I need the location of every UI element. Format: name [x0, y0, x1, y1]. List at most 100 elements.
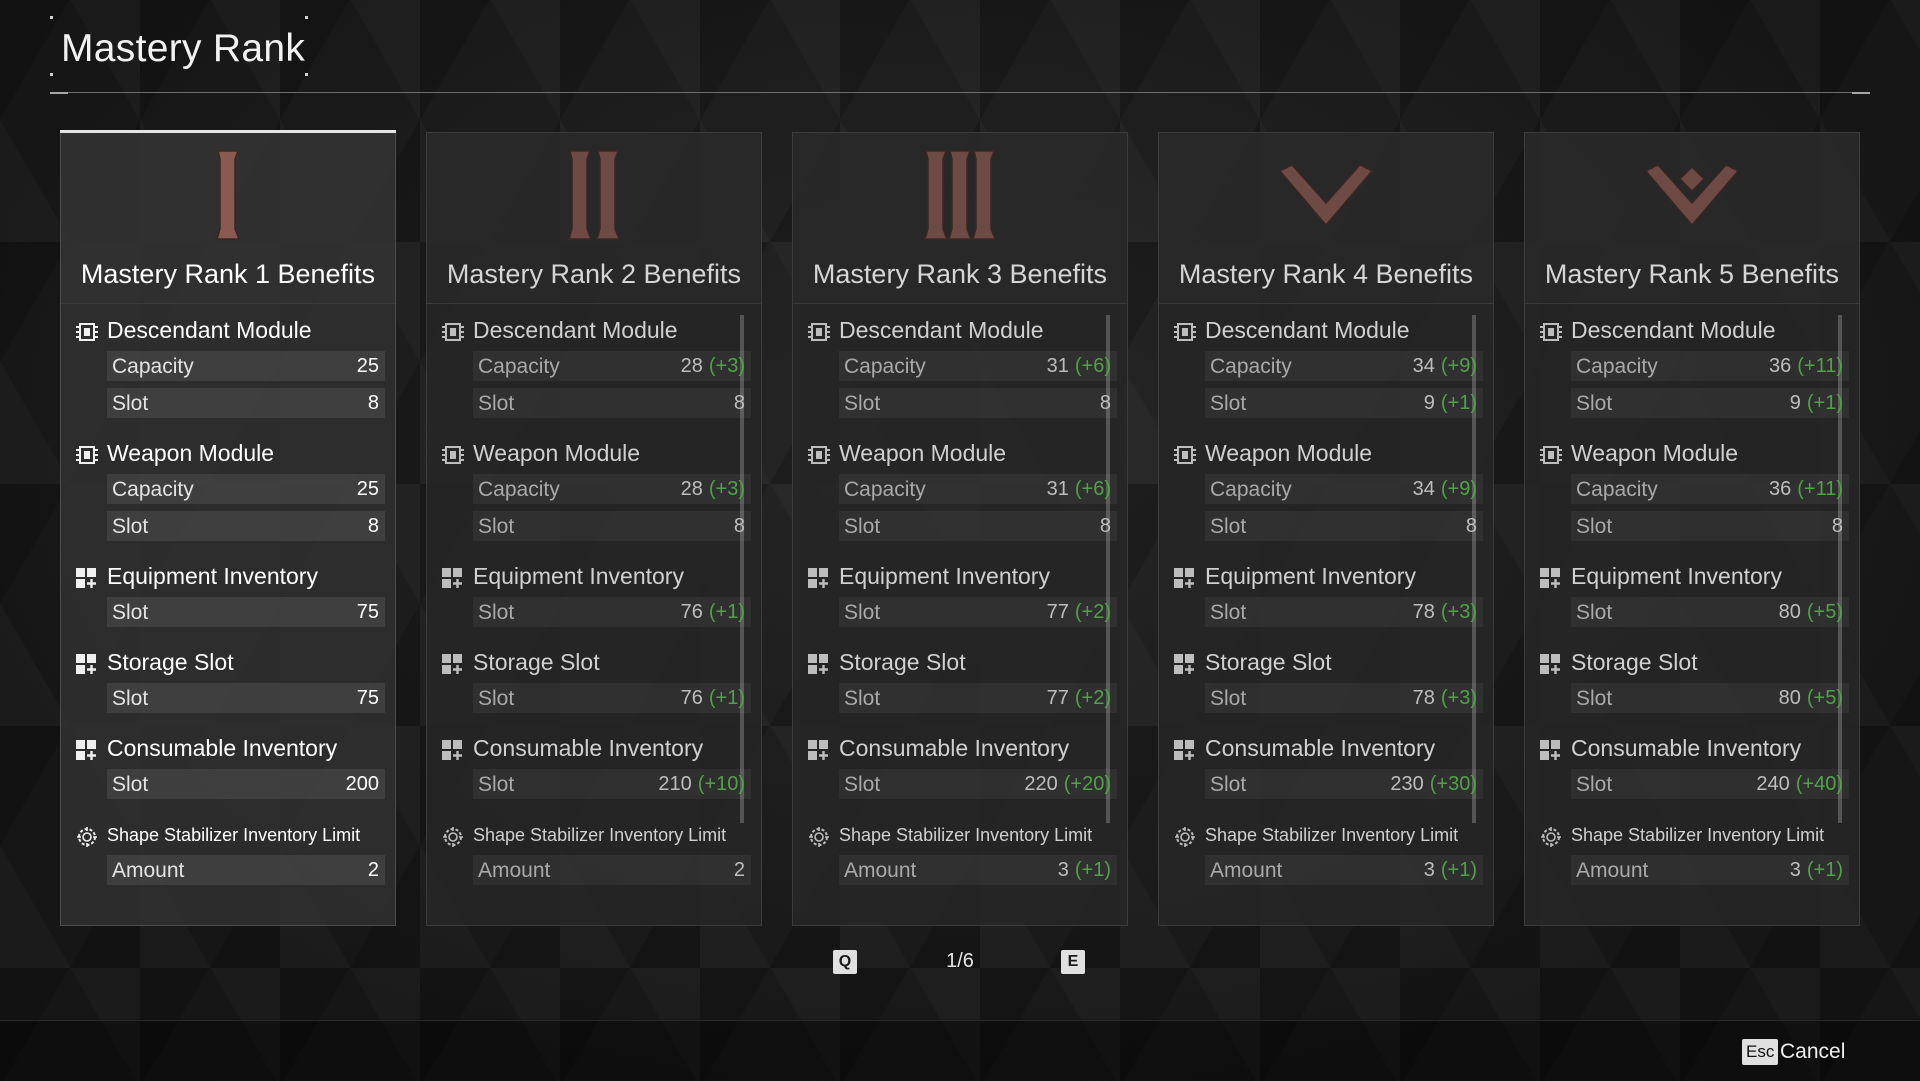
- stat-value: 8: [733, 392, 745, 414]
- stat-label: Slot: [478, 515, 515, 538]
- module-chip-icon: [441, 321, 465, 343]
- section-label: Weapon Module: [473, 440, 641, 466]
- section-header: Equipment Inventory: [1535, 557, 1849, 597]
- stat-value-group: 31 (+6): [1047, 355, 1111, 378]
- stabilizer-gear-icon: [1539, 825, 1563, 847]
- card-title: Mastery Rank 3 Benefits: [812, 259, 1108, 289]
- rank-card-5[interactable]: Mastery Rank 5 Benefits Descendant Module…: [1524, 132, 1860, 926]
- esc-key[interactable]: Esc: [1742, 1039, 1779, 1065]
- section-label: Weapon Module: [839, 440, 1007, 466]
- stat-value: 3: [1057, 859, 1069, 881]
- section-label: Equipment Inventory: [473, 563, 684, 589]
- stat-row: Capacity 34 (+9): [1205, 351, 1483, 381]
- prev-page-key[interactable]: Q: [833, 950, 857, 974]
- inventory-grid-icon: [807, 739, 831, 761]
- stat-value-group: 3 (+1): [1058, 859, 1111, 882]
- benefit-section: Shape Stabilizer Inventory Limit Amount 3(…: [1169, 815, 1483, 892]
- stat-value: 3: [1423, 859, 1435, 881]
- stat-row: Capacity 25: [107, 474, 385, 504]
- stat-value-group: 2: [734, 859, 745, 882]
- benefit-section: Descendant Module Capacity 36 (+11) Slot 9 (+1…: [1535, 311, 1849, 425]
- rank-5-emblem-icon: [1525, 145, 1859, 249]
- benefit-section: Descendant Module Capacity 28 (+3) Slot 8: [437, 311, 751, 425]
- stat-value: 220: [1024, 773, 1058, 795]
- stat-value: 31: [1046, 355, 1069, 377]
- section-label: Storage Slot: [107, 649, 234, 675]
- stat-row: Capacity 36 (+11): [1571, 474, 1849, 504]
- section-header: Descendant Module: [1535, 311, 1849, 351]
- section-header: Consumable Inventory: [803, 729, 1117, 769]
- stat-row: Amount 3 (+1): [1571, 855, 1849, 885]
- stat-row: Slot 200: [107, 769, 385, 799]
- stat-delta: (+2): [1074, 687, 1111, 709]
- inventory-grid-icon: [441, 653, 465, 675]
- stat-label: Slot: [844, 687, 881, 710]
- stat-value-group: 36 (+11): [1769, 355, 1843, 378]
- stat-value: 28: [680, 478, 703, 500]
- card-header: Mastery Rank 3 Benefits: [793, 133, 1127, 304]
- stat-row: Slot 8: [839, 388, 1117, 418]
- stat-row: Capacity 34 (+9): [1205, 474, 1483, 504]
- stat-label: Slot: [1210, 687, 1247, 710]
- stat-value-group: 31 (+6): [1047, 478, 1111, 501]
- benefit-section: Consumable Inventory Slot 210 (+10): [437, 729, 751, 806]
- stat-label: Capacity: [1210, 478, 1292, 501]
- section-label: Storage Slot: [1205, 649, 1332, 675]
- stat-label: Slot: [112, 515, 149, 538]
- stat-row: Slot 80 (+5): [1571, 683, 1849, 713]
- rank-card-2[interactable]: Mastery Rank 2 Benefits Descendant Module…: [426, 132, 762, 926]
- stat-value-group: 25: [357, 355, 379, 378]
- stat-value: 36: [1768, 355, 1792, 377]
- inventory-grid-icon: [441, 567, 465, 589]
- section-header: Shape Stabilizer Inventory Limit: [1535, 815, 1849, 855]
- stat-delta: (+11): [1797, 355, 1843, 377]
- page-title: Mastery Rank: [61, 27, 306, 70]
- stat-label: Capacity: [844, 355, 926, 378]
- stat-value: 8: [1099, 515, 1111, 537]
- stat-row: Slot 9 (+1): [1571, 388, 1849, 418]
- benefit-section: Weapon Module Capacity 25 Slot 8: [71, 434, 385, 548]
- benefit-section: Weapon Module Capacity 31 (+6) Slot 8: [803, 434, 1117, 548]
- stat-value-group: 76 (+1): [681, 687, 745, 710]
- section-header: Storage Slot: [1535, 643, 1849, 683]
- section-header: Equipment Inventory: [803, 557, 1117, 597]
- section-header: Shape Stabilizer Inventory Limit: [803, 815, 1117, 855]
- stat-value: 8: [367, 515, 379, 537]
- page-indicator: 1/6: [946, 950, 974, 972]
- stat-label: Slot: [1576, 601, 1613, 624]
- section-header: Weapon Module: [437, 434, 751, 474]
- card-title: Mastery Rank 5 Benefits: [1544, 259, 1840, 289]
- rank-card-3[interactable]: Mastery Rank 3 Benefits Descendant Module…: [792, 132, 1128, 926]
- rank-card-1[interactable]: Mastery Rank 1 Benefits Descendant Module…: [60, 130, 396, 926]
- inventory-grid-icon: [1173, 739, 1197, 761]
- benefit-section: Descendant Module Capacity 25 Slot 8: [71, 311, 385, 425]
- stat-value-group: 3 (+1): [1790, 859, 1843, 882]
- stat-row: Amount 2: [107, 855, 385, 885]
- stat-delta: (+30): [1429, 773, 1477, 795]
- stat-value-group: 8: [368, 392, 379, 415]
- stat-value-group: 75: [357, 687, 379, 710]
- stat-value-group: 78 (+3): [1413, 601, 1477, 624]
- stat-row: Slot 76 (+1): [473, 683, 751, 713]
- stat-label: Capacity: [844, 478, 926, 501]
- section-label: Equipment Inventory: [1205, 563, 1416, 589]
- stat-row: Capacity 28 (+3): [473, 351, 751, 381]
- stat-value: 3: [1789, 859, 1801, 881]
- cancel-button[interactable]: Cancel: [1780, 1040, 1845, 1064]
- stat-delta: (+9): [1440, 355, 1477, 377]
- stat-value-group: 36 (+11): [1769, 478, 1843, 501]
- stat-row: Slot 80 (+5): [1571, 597, 1849, 627]
- stat-label: Slot: [844, 392, 881, 415]
- stat-label: Capacity: [1576, 355, 1658, 378]
- stat-row: Amount 3 (+1): [839, 855, 1117, 885]
- stat-row: Slot 75: [107, 597, 385, 627]
- section-label: Shape Stabilizer Inventory Limit: [107, 825, 361, 845]
- stat-delta: (+6): [1074, 355, 1111, 377]
- rank-card-4[interactable]: Mastery Rank 4 Benefits Descendant Module…: [1158, 132, 1494, 926]
- stat-value: 240: [1756, 773, 1790, 795]
- next-page-key[interactable]: E: [1061, 950, 1085, 974]
- title-corner-dot: [305, 16, 308, 19]
- stat-delta: (+20): [1063, 773, 1111, 795]
- section-label: Consumable Inventory: [1205, 735, 1436, 761]
- stat-label: Capacity: [478, 478, 560, 501]
